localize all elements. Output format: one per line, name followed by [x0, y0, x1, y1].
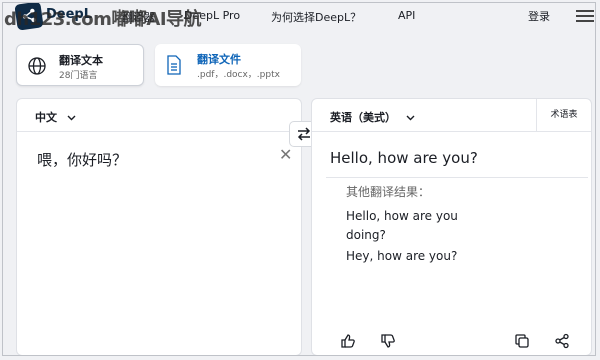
mode-subtitle: 28门语言 [59, 71, 98, 81]
mode-title: 翻译文件 [197, 53, 241, 66]
alternatives-box: 其他翻译结果： Hello, how are you doing? Hey, h… [326, 177, 588, 277]
thumbs-up-icon[interactable] [340, 333, 356, 353]
mode-title: 翻译文本 [59, 54, 103, 67]
thumbs-down-icon[interactable] [380, 333, 396, 353]
watermark-text: dh123.com嘟嘟AI导航 [4, 9, 202, 30]
top-nav-bar: DeepL 翻译器 DeepL Pro 为何选择DeepL？ API dh123… [0, 0, 600, 34]
nav-why-deepl[interactable]: 为何选择DeepL？ [271, 9, 361, 25]
divider [326, 177, 588, 178]
chevron-down-icon [67, 115, 76, 121]
source-panel-header: 中文 [17, 99, 301, 132]
source-language-selector[interactable]: 中文 [35, 109, 76, 125]
login-link[interactable]: 登录 [528, 8, 550, 24]
translate-text-tab[interactable]: 翻译文本 28门语言 [16, 44, 144, 86]
source-panel: 中文 喂，你好吗？ ✕ [16, 98, 302, 356]
globe-icon [27, 56, 47, 80]
copy-icon[interactable] [514, 333, 530, 353]
translation-output: Hello, how are you? [330, 149, 478, 167]
target-language-label: 英语（美式） [330, 111, 396, 124]
hamburger-menu-icon[interactable] [576, 10, 594, 22]
source-language-label: 中文 [35, 111, 57, 124]
target-panel-header: 英语（美式） 术语表 [312, 99, 591, 132]
target-language-selector[interactable]: 英语（美式） [330, 109, 415, 125]
mode-subtitle: .pdf，.docx，.pptx [197, 70, 280, 80]
glossary-button[interactable]: 术语表 [536, 99, 591, 131]
nav-api[interactable]: API [398, 9, 415, 22]
translate-files-tab[interactable]: 翻译文件 .pdf，.docx，.pptx [155, 44, 301, 86]
alternative-item[interactable]: Hey, how are you? [346, 247, 496, 266]
share-icon[interactable] [554, 333, 570, 353]
alternative-item[interactable]: Hello, how are you doing? [346, 207, 496, 245]
alternatives-title: 其他翻译结果： [346, 185, 431, 199]
swap-arrows-icon [297, 127, 311, 141]
target-panel: 英语（美式） 术语表 Hello, how are you? 其他翻译结果： H… [311, 98, 592, 356]
chevron-down-icon [406, 115, 415, 121]
close-icon[interactable]: ✕ [279, 145, 292, 164]
source-text-input[interactable]: 喂，你好吗？ [37, 149, 127, 170]
document-icon [165, 55, 183, 79]
